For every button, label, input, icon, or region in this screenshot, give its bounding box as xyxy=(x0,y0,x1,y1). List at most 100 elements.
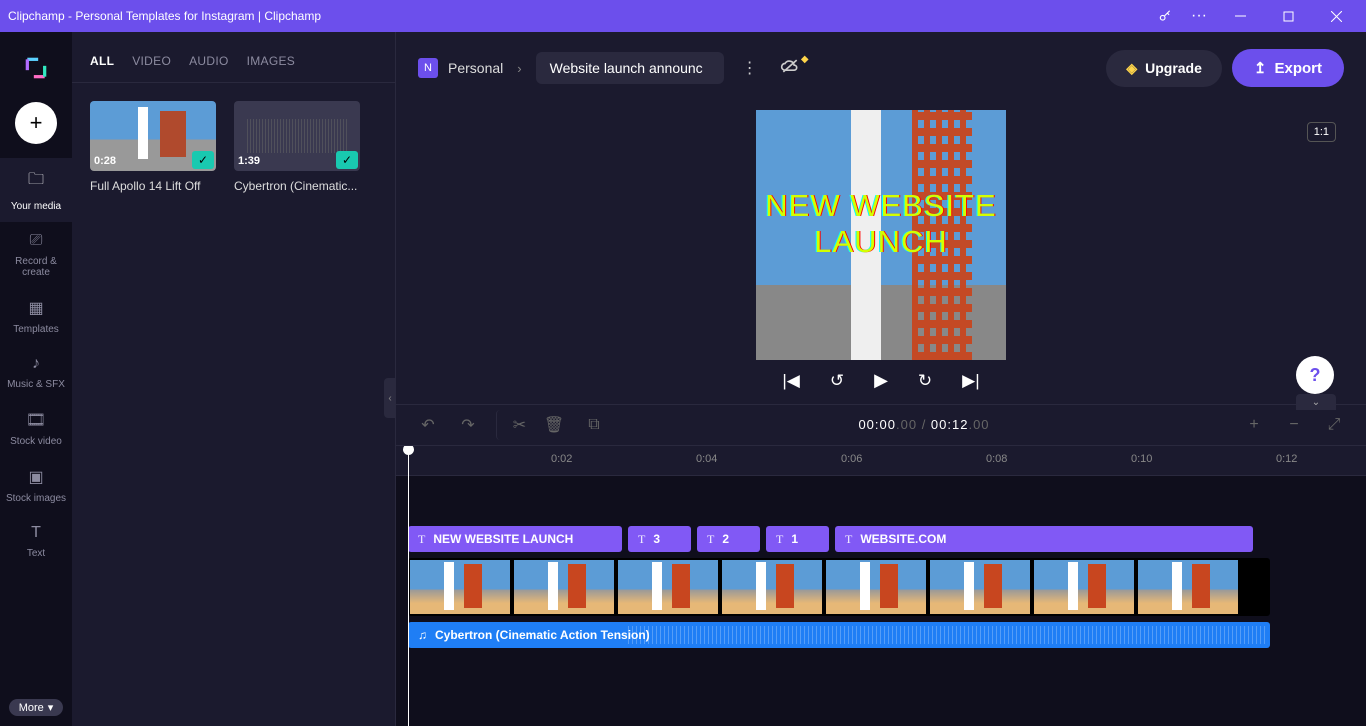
clip-label: 1 xyxy=(791,532,798,546)
media-panel: ALL VIDEO AUDIO IMAGES 0:28 ✓ Full Apoll… xyxy=(72,32,396,726)
clip-label: WEBSITE.COM xyxy=(860,532,946,546)
check-icon: ✓ xyxy=(192,151,214,169)
breadcrumb[interactable]: N Personal › xyxy=(418,58,526,78)
preview-canvas[interactable]: NEW WEBSITE LAUNCH xyxy=(756,110,1006,360)
ruler-mark: 0:06 xyxy=(841,453,862,465)
duration-label: 1:39 xyxy=(238,155,260,167)
rail-label: Text xyxy=(27,548,45,559)
media-item[interactable]: 1:39 ✓ Cybertron (Cinematic... xyxy=(234,101,360,193)
skip-end-button[interactable]: ▶| xyxy=(962,371,980,391)
rail-label: Music & SFX xyxy=(7,379,65,390)
sparkle-icon: ◆ xyxy=(801,54,809,65)
media-name: Full Apollo 14 Lift Off xyxy=(90,179,216,193)
split-button[interactable]: ✂ xyxy=(496,410,532,440)
timeline-ruler[interactable]: 0:02 0:04 0:06 0:08 0:10 0:12 xyxy=(396,446,1366,476)
play-button[interactable]: ▶ xyxy=(874,370,888,391)
project-menu-button[interactable]: ⋮ xyxy=(734,58,766,78)
media-item[interactable]: 0:28 ✓ Full Apollo 14 Lift Off xyxy=(90,101,216,193)
ruler-mark: 0:08 xyxy=(986,453,1007,465)
text-clip[interactable]: T2 xyxy=(697,526,760,552)
rail-stock-video[interactable]: 🎞 Stock video xyxy=(0,400,72,457)
ruler-mark: 0:10 xyxy=(1131,453,1152,465)
ellipsis-icon[interactable]: ··· xyxy=(1184,0,1214,32)
delete-button[interactable]: 🗑 xyxy=(536,410,572,440)
export-button[interactable]: ↥Export xyxy=(1232,49,1344,87)
timeline[interactable]: 0:02 0:04 0:06 0:08 0:10 0:12 T NEW WEBSI… xyxy=(396,446,1366,726)
check-icon: ✓ xyxy=(336,151,358,169)
chevron-down-icon: ▾ xyxy=(48,701,54,714)
templates-icon: ▦ xyxy=(28,298,43,318)
preview-text-overlay: NEW WEBSITE LAUNCH xyxy=(756,188,1006,259)
text-icon: T xyxy=(776,532,783,547)
video-clip[interactable] xyxy=(408,558,1270,616)
tab-video[interactable]: VIDEO xyxy=(132,54,171,68)
more-button[interactable]: More ▾ xyxy=(9,699,64,716)
media-thumbnail[interactable]: 0:28 ✓ xyxy=(90,101,216,171)
text-clip[interactable]: T1 xyxy=(766,526,829,552)
clip-label: Cybertron (Cinematic Action Tension) xyxy=(435,628,650,642)
rail-your-media[interactable]: 🗀Your media xyxy=(0,158,72,222)
minimize-button[interactable] xyxy=(1218,0,1262,32)
tab-all[interactable]: ALL xyxy=(90,54,114,68)
workspace-name: Personal xyxy=(448,60,503,76)
rail-music-sfx[interactable]: ♪Music & SFX xyxy=(0,345,72,400)
chevron-right-icon: › xyxy=(513,61,525,76)
close-button[interactable] xyxy=(1314,0,1358,32)
rail-label: Your media xyxy=(11,201,61,212)
film-icon: 🎞 xyxy=(26,410,46,430)
rail-label: Stock video xyxy=(10,436,62,447)
text-clip[interactable]: T WEBSITE.COM xyxy=(835,526,1253,552)
rail-text[interactable]: T Text xyxy=(0,514,72,569)
rail-record-create[interactable]: ⎚Record & create xyxy=(0,222,72,288)
audio-clip[interactable]: ♫ Cybertron (Cinematic Action Tension) xyxy=(408,622,1270,648)
fit-timeline-button[interactable]: ⤢ xyxy=(1316,410,1352,440)
media-thumbnail[interactable]: 1:39 ✓ xyxy=(234,101,360,171)
collapse-panel-button[interactable]: ‹ xyxy=(384,378,396,418)
text-icon: T xyxy=(31,524,41,542)
forward-button[interactable]: ↻ xyxy=(918,371,932,391)
playhead[interactable] xyxy=(408,446,409,726)
more-label: More xyxy=(19,702,44,714)
zoom-in-button[interactable]: + xyxy=(1236,410,1272,440)
waveform-icon xyxy=(628,626,1266,644)
project-name-input[interactable]: Website launch announc xyxy=(536,52,724,84)
upload-icon: ↥ xyxy=(1254,59,1267,77)
rail-label: Stock images xyxy=(6,493,66,504)
maximize-button[interactable] xyxy=(1266,0,1310,32)
add-media-button[interactable]: + xyxy=(15,102,57,144)
undo-button[interactable]: ↶ xyxy=(410,410,446,440)
image-icon: ▣ xyxy=(28,467,43,487)
waveform-icon xyxy=(247,119,347,153)
rail-templates[interactable]: ▦Templates xyxy=(0,288,72,345)
timecode-display: 00:00.00 / 00:12.00 xyxy=(616,417,1232,433)
left-rail: + 🗀Your media ⎚Record & create ▦Template… xyxy=(0,32,72,726)
duplicate-button[interactable]: ⧉ xyxy=(576,410,612,440)
sync-status-icon[interactable]: ◆ xyxy=(776,58,804,79)
skip-start-button[interactable]: |◀ xyxy=(782,371,800,391)
upgrade-button[interactable]: ◈Upgrade xyxy=(1106,50,1222,87)
aspect-ratio-button[interactable]: 1:1 xyxy=(1307,122,1336,142)
tab-audio[interactable]: AUDIO xyxy=(189,54,229,68)
clip-label: NEW WEBSITE LAUNCH xyxy=(433,532,573,546)
help-button[interactable]: ? xyxy=(1296,356,1334,394)
expand-timeline-button[interactable]: ⌄ xyxy=(1296,394,1336,410)
rail-label: Record & create xyxy=(15,256,57,278)
text-icon: T xyxy=(707,532,714,547)
text-icon: T xyxy=(845,532,852,547)
redo-button[interactable]: ↷ xyxy=(450,410,486,440)
media-name: Cybertron (Cinematic... xyxy=(234,179,360,193)
rewind-button[interactable]: ↺ xyxy=(830,371,844,391)
text-icon: T xyxy=(418,532,425,547)
ruler-mark: 0:12 xyxy=(1276,453,1297,465)
clip-label: 3 xyxy=(653,532,660,546)
text-icon: T xyxy=(638,532,645,547)
gem-icon: ◈ xyxy=(1126,60,1137,77)
tab-images[interactable]: IMAGES xyxy=(247,54,295,68)
text-clip[interactable]: T3 xyxy=(628,526,691,552)
window-title: Clipchamp - Personal Templates for Insta… xyxy=(8,9,321,23)
app-logo[interactable] xyxy=(0,40,72,96)
zoom-out-button[interactable]: − xyxy=(1276,410,1312,440)
key-icon[interactable] xyxy=(1150,0,1180,32)
rail-stock-images[interactable]: ▣ Stock images xyxy=(0,457,72,514)
text-clip[interactable]: T NEW WEBSITE LAUNCH xyxy=(408,526,622,552)
